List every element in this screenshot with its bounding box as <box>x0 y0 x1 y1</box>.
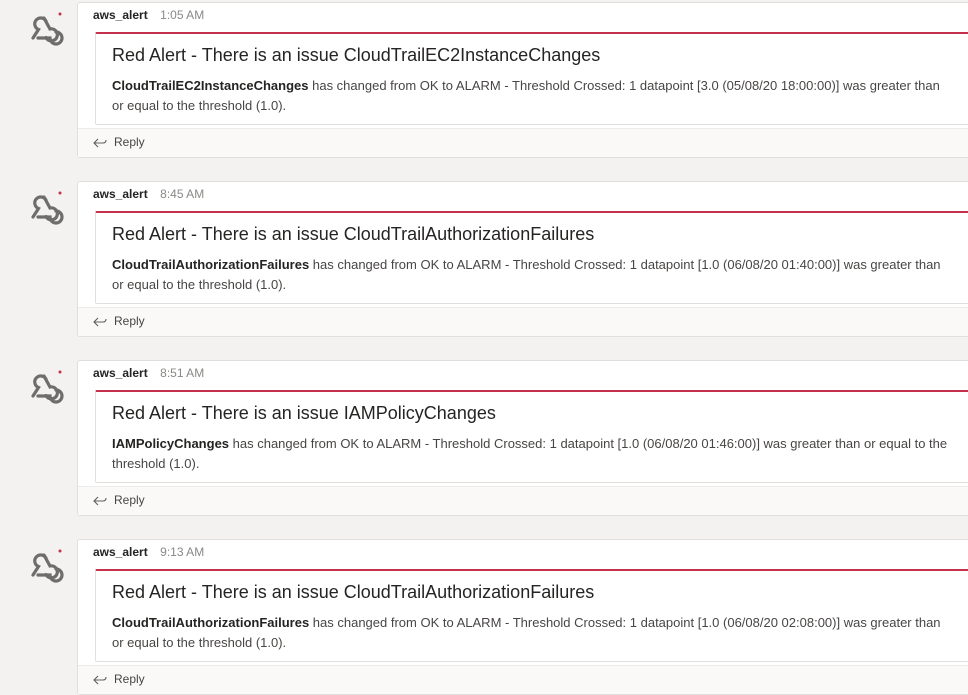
message-header: aws_alert 1:05 AM <box>93 5 204 25</box>
webhook-avatar-icon[interactable] <box>20 541 68 589</box>
webhook-avatar-icon[interactable] <box>20 362 68 410</box>
alert-card: Red Alert - There is an issue CloudTrail… <box>95 569 968 662</box>
message-card: aws_alert 1:05 AM Red Alert - There is a… <box>77 2 968 158</box>
reply-arrow-icon <box>93 317 107 327</box>
alarm-name: CloudTrailAuthorizationFailures <box>112 257 310 272</box>
alert-title: Red Alert - There is an issue IAMPolicyC… <box>112 403 496 423</box>
alert-body: CloudTrailAuthorizationFailures has chan… <box>112 613 952 653</box>
reply-button[interactable]: Reply <box>78 665 968 694</box>
reply-arrow-icon <box>93 138 107 148</box>
reply-button[interactable]: Reply <box>78 486 968 515</box>
message-card: aws_alert 8:51 AM Red Alert - There is a… <box>77 360 968 516</box>
message-header: aws_alert 8:51 AM <box>93 363 204 383</box>
sender-name[interactable]: aws_alert <box>93 545 148 559</box>
sender-name[interactable]: aws_alert <box>93 366 148 380</box>
alert-title: Red Alert - There is an issue CloudTrail… <box>112 582 595 602</box>
reply-arrow-icon <box>93 496 107 506</box>
alert-title: Red Alert - There is an issue CloudTrail… <box>112 224 595 244</box>
message-timestamp: 8:45 AM <box>160 187 205 201</box>
message-timestamp: 1:05 AM <box>160 8 205 22</box>
webhook-avatar-icon[interactable] <box>20 4 68 52</box>
message-header: aws_alert 9:13 AM <box>93 542 204 562</box>
alert-card: Red Alert - There is an issue IAMPolicyC… <box>95 390 968 483</box>
webhook-avatar-icon[interactable] <box>20 183 68 231</box>
alert-card: Red Alert - There is an issue CloudTrail… <box>95 32 968 125</box>
alert-body: CloudTrailAuthorizationFailures has chan… <box>112 255 952 295</box>
alert-body: IAMPolicyChanges has changed from OK to … <box>112 434 952 474</box>
message-timestamp: 8:51 AM <box>160 366 205 380</box>
message-card: aws_alert 9:13 AM Red Alert - There is a… <box>77 539 968 695</box>
sender-name[interactable]: aws_alert <box>93 187 148 201</box>
message-card: aws_alert 8:45 AM Red Alert - There is a… <box>77 181 968 337</box>
reply-label: Reply <box>114 135 145 149</box>
sender-name[interactable]: aws_alert <box>93 8 148 22</box>
alarm-name: IAMPolicyChanges <box>112 436 230 451</box>
reply-label: Reply <box>114 672 145 686</box>
alert-card: Red Alert - There is an issue CloudTrail… <box>95 211 968 304</box>
reply-label: Reply <box>114 493 145 507</box>
alert-body: CloudTrailEC2InstanceChanges has changed… <box>112 76 952 116</box>
alarm-name: CloudTrailEC2InstanceChanges <box>112 78 309 93</box>
reply-button[interactable]: Reply <box>78 307 968 336</box>
message-timestamp: 9:13 AM <box>160 545 205 559</box>
reply-label: Reply <box>114 314 145 328</box>
reply-button[interactable]: Reply <box>78 128 968 157</box>
alarm-description: has changed from OK to ALARM - Threshold… <box>112 436 948 471</box>
alarm-name: CloudTrailAuthorizationFailures <box>112 615 310 630</box>
alert-title: Red Alert - There is an issue CloudTrail… <box>112 45 601 65</box>
reply-arrow-icon <box>93 675 107 685</box>
message-header: aws_alert 8:45 AM <box>93 184 204 204</box>
